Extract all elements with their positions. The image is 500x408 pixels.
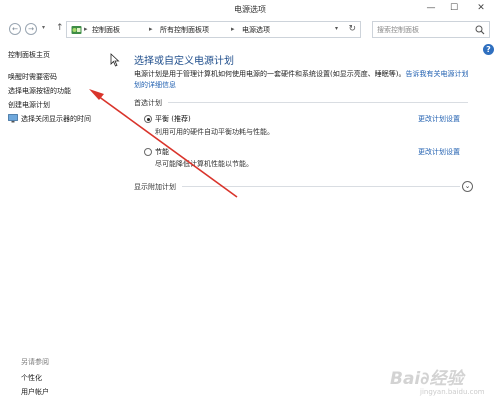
minimize-button[interactable]: — [420,0,442,18]
expand-additional-plans-button[interactable]: ⌄ [462,181,473,192]
power-saver-plan-name[interactable]: 节能 [155,147,169,157]
watermark-url: jingyan.baidu.com [420,388,485,396]
back-button[interactable]: ← [9,23,21,35]
breadcrumb-separator: ▸ [149,25,153,33]
description-text: 电源计划是用于管理计算机如何使用电源的一套硬件和系统设置(如显示亮度、睡眠等)。 [134,70,406,78]
power-saver-change-settings-link[interactable]: 更改计划设置 [418,147,460,157]
close-button[interactable]: ✕ [466,0,496,18]
breadcrumb-power-options[interactable]: 电源选项 [242,25,270,35]
sidebar-item-wake-password[interactable]: 唤醒时需要密码 [8,72,57,82]
balanced-plan-name[interactable]: 平衡 (推荐) [155,114,191,124]
see-also-user-accounts[interactable]: 用户帐户 [21,387,49,397]
balanced-plan-radio[interactable] [144,115,152,123]
power-saver-plan-description: 尽可能降低计算机性能以节能。 [155,160,253,168]
see-also-label: 另请参阅 [21,358,49,366]
page-description: 电源计划是用于管理计算机如何使用电源的一套硬件和系统设置(如显示亮度、睡眠等)。… [134,69,469,91]
breadcrumb-separator: ▸ [84,25,88,33]
maximize-button[interactable]: ☐ [443,0,465,18]
search-input[interactable] [377,24,472,36]
sidebar-item-create-plan[interactable]: 创建电源计划 [8,100,50,110]
section-divider [182,186,460,187]
sidebar-item-display-off[interactable]: 选择关闭显示器的时间 [21,114,91,124]
search-icon [475,25,485,35]
address-history-dropdown[interactable]: ▾ [335,25,338,32]
mouse-cursor-icon [110,53,120,67]
section-divider [168,102,468,103]
navigation-bar: ← → ▾ ↑ ▸ 控制面板 ▸ 所有控制面板项 ▸ 电源选项 ▾ ↻ [0,19,500,41]
help-icon[interactable]: ? [483,44,494,55]
title-bar: 电源选项 — ☐ ✕ [0,0,500,18]
breadcrumb-separator: ▸ [231,25,235,33]
additional-plans-label[interactable]: 显示附加计划 [134,182,176,192]
control-panel-icon [71,26,82,34]
monitor-icon [8,114,18,123]
watermark-logo: Bai∂经验 [390,369,464,389]
page-title: 选择或自定义电源计划 [134,56,234,67]
power-plan-info-link[interactable]: 告诉我有关电源计划 [405,70,468,78]
breadcrumb-control-panel[interactable]: 控制面板 [92,25,120,35]
see-also-personalization[interactable]: 个性化 [21,373,42,383]
refresh-button[interactable]: ↻ [348,24,356,34]
sidebar-home-link[interactable]: 控制面板主页 [8,50,50,60]
preferred-plans-label: 首选计划 [134,99,162,107]
sidebar: 控制面板主页 唤醒时需要密码 选择电源按钮的功能 创建电源计划 选择关闭显示器的… [0,42,120,408]
recent-pages-dropdown[interactable]: ▾ [42,24,45,31]
forward-button[interactable]: → [25,23,37,35]
power-plan-info-link-continued[interactable]: 划的详细信息 [134,81,176,89]
baidu-watermark: Bai∂经验 jingyan.baidu.com [390,364,496,404]
sidebar-item-power-buttons[interactable]: 选择电源按钮的功能 [8,86,71,96]
up-button[interactable]: ↑ [56,23,64,33]
address-bar[interactable]: ▸ 控制面板 ▸ 所有控制面板项 ▸ 电源选项 ▾ ↻ [66,21,361,38]
breadcrumb-all-items[interactable]: 所有控制面板项 [160,25,209,35]
power-saver-plan-radio[interactable] [144,148,152,156]
balanced-change-settings-link[interactable]: 更改计划设置 [418,114,460,124]
balanced-plan-description: 利用可用的硬件自动平衡功耗与性能。 [155,128,274,136]
search-box[interactable] [372,21,490,38]
